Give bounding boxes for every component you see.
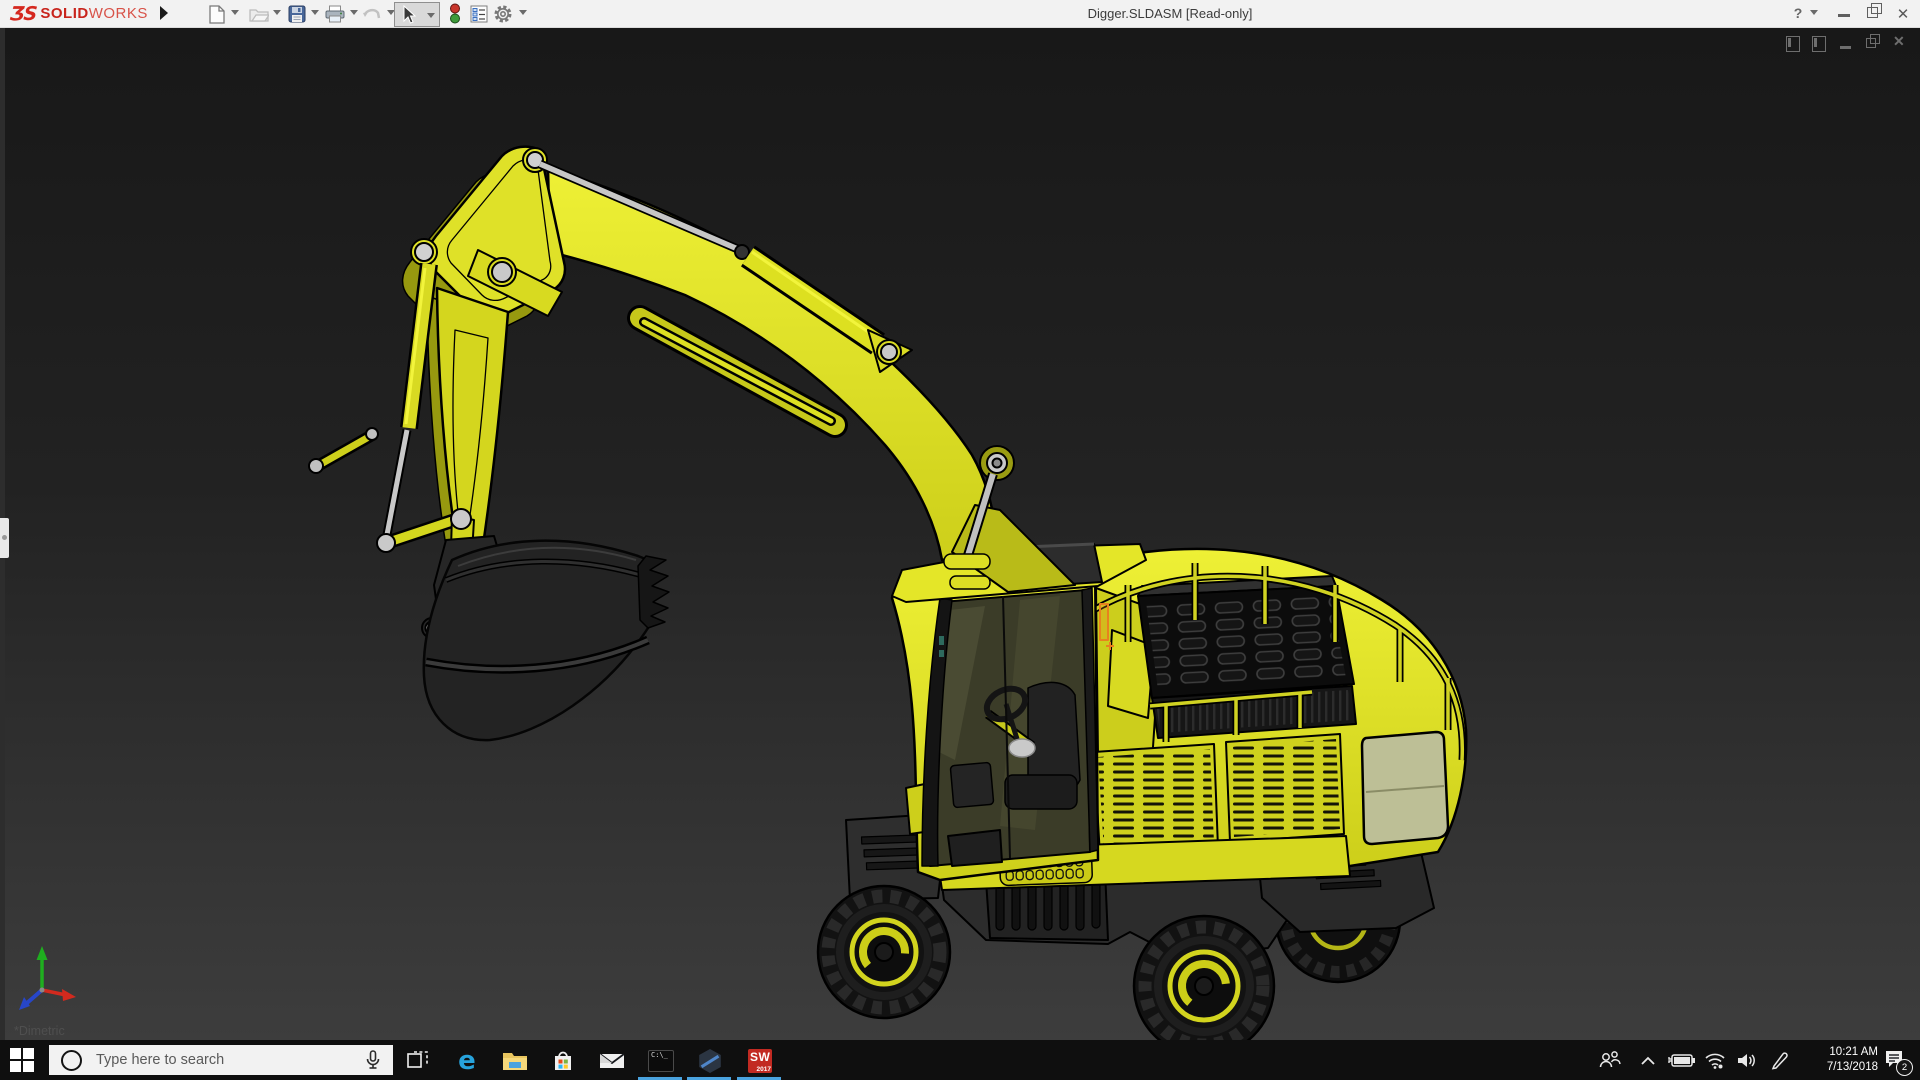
- far-link: [308, 427, 379, 474]
- file-explorer-icon[interactable]: [502, 1048, 528, 1074]
- mail-icon[interactable]: [599, 1048, 625, 1074]
- select-tool-button[interactable]: [394, 2, 440, 27]
- new-dropdown-icon[interactable]: [231, 10, 239, 15]
- boom-pivot: [979, 445, 1015, 481]
- taskbar: [0, 1040, 1920, 1080]
- save-button[interactable]: [286, 3, 308, 25]
- minimize-button[interactable]: [1838, 14, 1850, 17]
- bucket[interactable]: [422, 539, 670, 742]
- boom-arm[interactable]: [308, 145, 1076, 656]
- search-input[interactable]: [94, 1051, 348, 1069]
- print-button[interactable]: [324, 3, 346, 25]
- dassault-3s-icon: ƷS: [8, 2, 38, 25]
- help-dropdown-icon[interactable]: [1810, 10, 1818, 15]
- store-icon[interactable]: [550, 1048, 576, 1074]
- new-document-button[interactable]: [206, 3, 228, 25]
- notification-badge: 2: [1896, 1059, 1913, 1076]
- save-dropdown-icon[interactable]: [311, 10, 319, 15]
- select-dropdown-icon[interactable]: [427, 13, 435, 18]
- restore-button[interactable]: [1867, 3, 1882, 18]
- view-orientation-label: *Dimetric: [14, 1024, 65, 1038]
- title-bar: ƷS SOLID WORKS Digger.SLDASM [Read-only]…: [0, 0, 1920, 28]
- taskbar-search[interactable]: [49, 1045, 393, 1075]
- solidworks-2017-icon[interactable]: SW 2017: [747, 1048, 773, 1074]
- tray-time: 10:21 AM: [1829, 1046, 1878, 1058]
- tray-date: 7/13/2018: [1826, 1061, 1878, 1073]
- wheel-rear-left[interactable]: [1132, 914, 1276, 1040]
- volume-icon[interactable]: [1736, 1052, 1758, 1074]
- dipper-cylinder: [381, 262, 438, 541]
- radiator-block[interactable]: [1137, 575, 1357, 739]
- tray-chevron-up-icon[interactable]: [1640, 1054, 1656, 1072]
- task-view-button[interactable]: [405, 1048, 431, 1074]
- graphics-viewport[interactable]: ✕ *Dimetric: [0, 28, 1920, 1040]
- cortana-circle-icon: [61, 1049, 82, 1071]
- solidworks-logo: ƷS SOLID WORKS: [8, 2, 148, 25]
- command-prompt-icon[interactable]: C:\_: [648, 1048, 674, 1074]
- battery-charging-icon[interactable]: [1668, 1052, 1696, 1073]
- brand-name-light: WORKS: [88, 5, 148, 22]
- document-title: Digger.SLDASM [Read-only]: [1087, 6, 1253, 21]
- orientation-triad: [19, 946, 76, 1010]
- screen: ƷS SOLID WORKS Digger.SLDASM [Read-only]…: [0, 0, 1920, 1080]
- brand-name-bold: SOLID: [40, 5, 89, 22]
- open-button[interactable]: [248, 3, 270, 25]
- print-dropdown-icon[interactable]: [350, 10, 358, 15]
- tray-clock[interactable]: 10:21 AM 7/13/2018: [1798, 1045, 1878, 1075]
- pen-icon[interactable]: [1770, 1051, 1790, 1075]
- people-icon[interactable]: [1598, 1050, 1622, 1075]
- excavator-model[interactable]: [0, 28, 1920, 1040]
- open-dropdown-icon[interactable]: [273, 10, 281, 15]
- close-button[interactable]: ✕: [1893, 5, 1913, 23]
- edge-icon[interactable]: e: [454, 1048, 480, 1074]
- view-stoplight-icon[interactable]: [444, 3, 466, 25]
- menu-flyout-arrow-icon[interactable]: [160, 6, 168, 20]
- wheel-front-left[interactable]: [816, 884, 952, 1020]
- undo-button[interactable]: [361, 3, 383, 25]
- hexagon-app-icon[interactable]: [697, 1048, 723, 1074]
- options-dropdown-icon[interactable]: [519, 10, 527, 15]
- help-button[interactable]: ?: [1788, 5, 1808, 21]
- bucket-teeth: [637, 555, 670, 629]
- wifi-icon[interactable]: [1704, 1052, 1726, 1074]
- start-button[interactable]: [10, 1048, 34, 1072]
- microphone-icon[interactable]: [365, 1050, 381, 1070]
- action-center-button[interactable]: 2: [1884, 1049, 1913, 1076]
- properties-button[interactable]: [468, 3, 490, 25]
- options-gear-icon[interactable]: [492, 3, 514, 25]
